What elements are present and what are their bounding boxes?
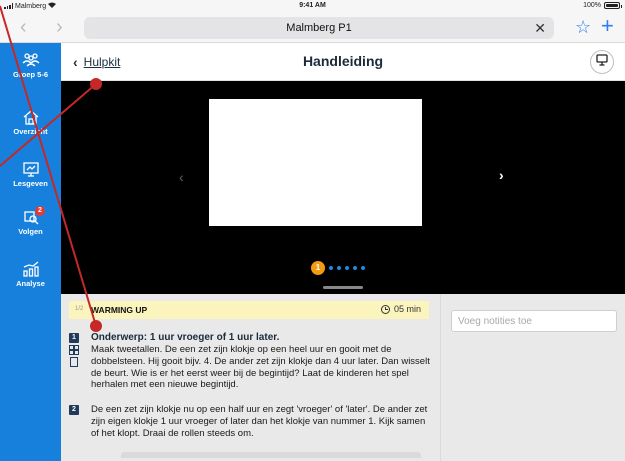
- clock-icon: [380, 304, 390, 314]
- sidebar-item-label: Groep 5-6: [12, 70, 48, 79]
- carousel-dot-active[interactable]: 1: [311, 261, 325, 275]
- url-text: Malmberg P1: [286, 22, 352, 34]
- notes-input[interactable]: [451, 310, 617, 332]
- slide-preview[interactable]: [209, 99, 422, 226]
- status-right: 100%: [583, 2, 622, 9]
- section-title: WARMING UP: [91, 305, 148, 315]
- browser-back-icon[interactable]: ‹: [20, 17, 27, 37]
- sidebar-item-label: Analyse: [16, 279, 45, 288]
- sidebar-item-volgen[interactable]: 2 Volgen: [0, 206, 61, 236]
- notes-panel: [440, 294, 625, 461]
- status-bar: Malmberg 9:41 AM 100%: [0, 0, 625, 12]
- sidebar-item-label: Volgen: [18, 227, 43, 236]
- sidebar-item-lesgeven[interactable]: Lesgeven: [0, 161, 61, 188]
- browser-bar: ‹ › Malmberg P1 ✕ ☆ +: [0, 12, 625, 43]
- carousel-pagination: 1: [311, 261, 365, 275]
- sidebar-item-overzicht[interactable]: Overzicht: [0, 109, 61, 136]
- sidebar-item-label: Lesgeven: [13, 179, 48, 188]
- analysis-chart-icon: [22, 261, 40, 277]
- battery-icon: [604, 2, 622, 9]
- carousel-dot[interactable]: [337, 266, 341, 270]
- group-work-icon: [69, 345, 79, 355]
- duration-label: 05 min: [393, 304, 421, 314]
- document-icon: [69, 357, 79, 367]
- presentation-button[interactable]: [590, 50, 614, 74]
- carousel-prev-icon[interactable]: ‹: [179, 169, 184, 185]
- notification-badge: 2: [35, 206, 45, 216]
- browser-forward-icon[interactable]: ›: [56, 17, 63, 37]
- home-icon: [22, 109, 40, 125]
- url-field[interactable]: Malmberg P1 ✕: [84, 17, 554, 39]
- sidebar-item-analyse[interactable]: Analyse: [0, 261, 61, 288]
- carousel-dot[interactable]: [329, 266, 333, 270]
- drag-handle[interactable]: [323, 286, 363, 289]
- step-2-number: 2: [69, 405, 79, 415]
- clear-url-icon[interactable]: ✕: [534, 20, 546, 36]
- group-icon: [22, 52, 40, 68]
- section-header[interactable]: 1/2 WARMING UP 05 min: [69, 301, 429, 319]
- sidebar-item-groep[interactable]: Groep 5-6: [0, 52, 61, 79]
- battery-percent: 100%: [583, 2, 601, 9]
- bookmark-star-icon[interactable]: ☆: [575, 17, 591, 37]
- step-1-text: Maak tweetallen. De een zet zijn klokje …: [91, 344, 430, 391]
- section-number: 1/2: [75, 306, 84, 312]
- subject-marker-icon: 1: [69, 333, 79, 343]
- section-duration: 05 min: [380, 304, 421, 314]
- carousel-next-icon[interactable]: ›: [499, 167, 504, 183]
- battery-fill: [606, 4, 618, 7]
- lesson-subject: Onderwerp: 1 uur vroeger of 1 uur later.: [91, 332, 280, 343]
- carousel-dot[interactable]: [345, 266, 349, 270]
- slide-carousel: ‹ › 1: [61, 81, 625, 294]
- new-tab-plus-icon[interactable]: +: [601, 14, 614, 38]
- carousel-dot[interactable]: [353, 266, 357, 270]
- page-title: Handleiding: [302, 53, 384, 69]
- presentation-icon: [595, 53, 609, 72]
- carousel-dot[interactable]: [361, 266, 365, 270]
- teach-screen-icon: [22, 161, 40, 177]
- lesson-content: 1/2 WARMING UP 05 min 1 Onderwerp: 1 uur…: [61, 294, 440, 461]
- scroll-indicator: [121, 452, 421, 458]
- status-time: 9:41 AM: [299, 2, 326, 9]
- sidebar: Groep 5-6 Overzicht Lesgeven 2 Volgen An…: [0, 43, 61, 461]
- content-header: ‹ Hulpkit Handleiding: [61, 43, 625, 81]
- step-2-text: De een zet zijn klokje nu op een half uu…: [91, 404, 428, 439]
- sidebar-item-label: Overzicht: [13, 127, 48, 136]
